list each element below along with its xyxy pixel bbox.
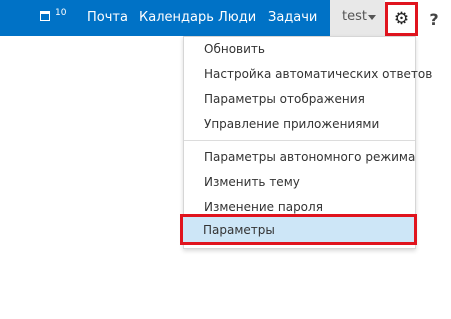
menu-item-options[interactable]: Параметры — [180, 214, 417, 245]
menu-item-change-password[interactable]: Изменение пароля — [204, 199, 323, 215]
menu-item-options-label: Параметры — [203, 223, 275, 237]
calendar-count-badge: 10 — [55, 8, 67, 18]
top-navigation-bar: 10 Почта Календарь Люди Задачи test ⚙ ? — [0, 0, 451, 36]
menu-item-offline-settings[interactable]: Параметры автономного режима — [204, 149, 415, 165]
settings-button[interactable]: ⚙ — [385, 2, 418, 36]
help-icon: ? — [429, 9, 439, 29]
menu-item-auto-replies[interactable]: Настройка автоматических ответов — [204, 66, 432, 82]
menu-item-change-theme[interactable]: Изменить тему — [204, 174, 300, 190]
menu-item-display-settings[interactable]: Параметры отображения — [204, 91, 365, 107]
user-name: test — [342, 9, 367, 24]
nav-mail[interactable]: Почта — [87, 10, 128, 26]
menu-item-refresh[interactable]: Обновить — [204, 41, 265, 57]
nav-calendar[interactable]: Календарь — [139, 10, 214, 26]
nav-bar-blue: 10 Почта Календарь Люди Задачи — [0, 0, 330, 36]
calendar-icon[interactable] — [40, 11, 50, 21]
gear-icon: ⚙ — [393, 9, 410, 29]
menu-divider — [184, 140, 415, 141]
help-button[interactable]: ? — [423, 4, 445, 34]
menu-item-manage-apps[interactable]: Управление приложениями — [204, 116, 379, 132]
user-menu[interactable]: test — [330, 0, 385, 36]
nav-people[interactable]: Люди — [218, 10, 256, 26]
nav-tasks[interactable]: Задачи — [268, 10, 317, 26]
chevron-down-icon — [368, 15, 376, 20]
